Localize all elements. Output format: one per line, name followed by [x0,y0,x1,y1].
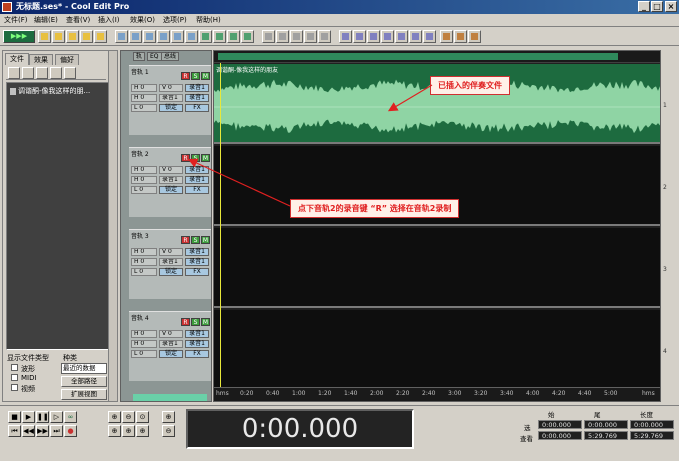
fast-forward-icon[interactable]: ▶▶ [36,425,49,437]
view-begin-field[interactable]: 0:00.000 [538,431,582,440]
zoom-vertical-out-icon[interactable]: ⊖ [162,425,175,437]
play-to-end-icon[interactable]: ▷ [50,411,63,423]
rewind-icon[interactable]: ◀◀ [22,425,35,437]
go-start-icon[interactable]: ⏮ [8,425,21,437]
stop-icon[interactable]: ■ [8,411,21,423]
zoom-full-icon[interactable]: ⊙ [136,411,149,423]
view-length-field[interactable]: 5:29.769 [630,431,674,440]
go-end-icon[interactable]: ⏭ [50,425,63,437]
time-display: 0:00.000 [186,409,414,449]
record-icon[interactable]: ● [64,425,77,437]
zoom-left-icon[interactable]: ⊕ [108,425,121,437]
zoom-selection-icon[interactable]: ⊕ [136,425,149,437]
annotation-arrows [187,84,433,207]
loop-icon[interactable]: ∞ [64,411,77,423]
selection-length-field[interactable]: 0:00.000 [630,420,674,429]
zoom-in-icon[interactable]: ⊕ [108,411,121,423]
begin-header: 始 [548,411,555,419]
zoom-out-icon[interactable]: ⊖ [122,411,135,423]
selection-row-label: 选 [524,424,531,432]
play-icon[interactable]: ▶ [22,411,35,423]
end-header: 尾 [594,411,601,419]
annotation-arrow [387,84,433,112]
zoom-right-icon[interactable]: ⊕ [122,425,135,437]
length-header: 长度 [640,411,653,419]
selection-begin-field[interactable]: 0:00.000 [538,420,582,429]
pause-icon[interactable]: ❚❚ [36,411,49,423]
annotation-arrow [187,158,291,207]
selection-end-field[interactable]: 0:00.000 [584,420,628,429]
zoom-vertical-in-icon[interactable]: ⊕ [162,411,175,423]
transport-panel: ■ ▶ ❚❚ ▷ ∞ ⏮ ◀◀ ▶▶ ⏭ ● ⊕ ⊖ ⊙ ⊕ ⊕ ⊕ ⊕ ⊖ 0… [0,405,679,461]
view-row-label: 查看 [520,435,533,443]
view-end-field[interactable]: 5:29.769 [584,431,628,440]
selection-view-panel: 始 尾 长度 选 查看 0:00.000 0:00.000 0:00.000 0… [516,408,676,448]
